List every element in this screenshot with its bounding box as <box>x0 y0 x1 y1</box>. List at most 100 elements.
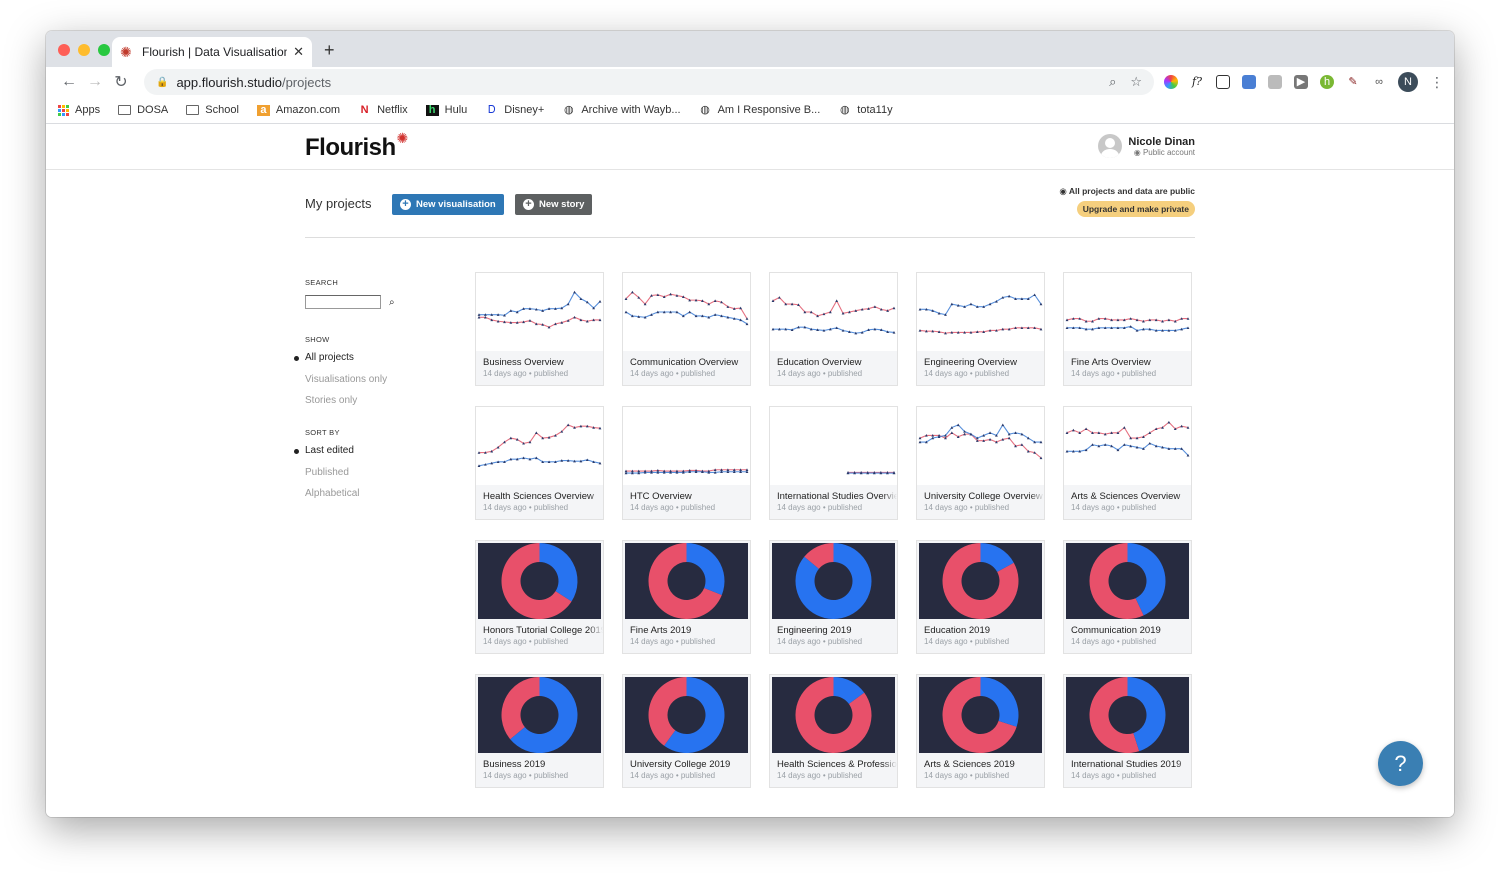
project-card[interactable]: Business 2019 14 days ago • published <box>475 674 604 788</box>
project-card[interactable]: Arts & Sciences 2019 14 days ago • publis… <box>916 674 1045 788</box>
back-button[interactable]: ← <box>56 73 82 91</box>
project-thumbnail[interactable] <box>623 273 750 351</box>
project-thumbnail[interactable] <box>1064 407 1191 485</box>
project-thumbnail[interactable] <box>476 541 603 619</box>
bookmark-apps[interactable]: Apps <box>58 104 100 116</box>
more-menu-icon[interactable]: ⋮ <box>1430 74 1444 91</box>
bookmark-school[interactable]: School <box>186 104 239 116</box>
project-card[interactable]: International Studies 2019 14 days ago • … <box>1063 674 1192 788</box>
user-menu[interactable]: Nicole Dinan ◉ Public account <box>1098 134 1195 158</box>
new-visualisation-button[interactable]: + New visualisation <box>392 194 504 215</box>
close-tab-icon[interactable]: ✕ <box>293 44 304 60</box>
project-thumbnail[interactable] <box>1064 541 1191 619</box>
browser-tab[interactable]: ✺ Flourish | Data Visualisation & Storyt… <box>112 37 312 67</box>
bookmark-netflix[interactable]: N Netflix <box>358 104 408 116</box>
project-meta: 14 days ago • published <box>1071 637 1157 646</box>
reload-button[interactable]: ↻ <box>108 72 134 92</box>
lock-icon: 🔒 <box>156 76 169 88</box>
extension-grey-icon[interactable] <box>1268 75 1282 89</box>
project-thumbnail[interactable] <box>770 407 897 485</box>
sort-last-edited[interactable]: Last edited <box>294 445 445 458</box>
project-thumbnail[interactable] <box>770 273 897 351</box>
project-card[interactable]: Health Sciences & Professions 201914 day… <box>769 674 898 788</box>
bookmark-tota11y[interactable]: ◍ tota11y <box>838 104 893 116</box>
public-notice: ◉ All projects and data are public <box>1059 186 1195 197</box>
project-card[interactable]: Communication Overview 14 days ago • publ… <box>622 272 751 386</box>
help-button[interactable]: ? <box>1378 741 1423 786</box>
bookmark-amazon[interactable]: a Amazon.com <box>256 104 340 116</box>
maximize-window-button[interactable] <box>98 44 110 56</box>
show-visualisations-only[interactable]: Visualisations only <box>305 374 445 387</box>
sort-published[interactable]: Published <box>305 467 445 480</box>
project-card[interactable]: University College 2019 14 days ago • pub… <box>622 674 751 788</box>
donut-chart-thumbnail <box>1066 677 1189 753</box>
project-thumbnail[interactable] <box>770 675 897 753</box>
red-series-point <box>534 431 538 434</box>
project-thumbnail[interactable] <box>770 541 897 619</box>
project-card[interactable]: University College Overview 14 days ago •… <box>916 406 1045 520</box>
zoom-icon[interactable]: ⌕ <box>1109 74 1116 90</box>
show-stories-only[interactable]: Stories only <box>305 395 445 408</box>
project-card[interactable]: Engineering Overview 14 days ago • publis… <box>916 272 1045 386</box>
project-card[interactable]: Honors Tutorial College 2019 14 days ago … <box>475 540 604 654</box>
line-chart-thumbnail <box>918 423 1043 460</box>
minimize-window-button[interactable] <box>78 44 90 56</box>
bookmark-amiresponsive[interactable]: ◍ Am I Responsive B... <box>699 104 820 116</box>
search-input[interactable] <box>305 295 381 309</box>
show-all-projects[interactable]: All projects <box>294 352 445 365</box>
address-bar[interactable]: 🔒 app.flourish.studio/projects ⌕ ☆ <box>144 69 1154 95</box>
project-card[interactable]: Fine Arts 2019 14 days ago • published <box>622 540 751 654</box>
wave-extension-icon[interactable] <box>1242 75 1256 89</box>
project-thumbnail[interactable] <box>917 541 1044 619</box>
flourish-logo[interactable]: Flourish ✺ <box>305 130 408 162</box>
project-card[interactable]: Arts & Sciences Overview 14 days ago • pu… <box>1063 406 1192 520</box>
project-card[interactable]: International Studies Overview 14 days ag… <box>769 406 898 520</box>
donut-chart-thumbnail <box>478 543 601 619</box>
picture-in-picture-icon[interactable] <box>1216 75 1230 89</box>
sort-alphabetical[interactable]: Alphabetical <box>305 488 445 501</box>
project-thumbnail[interactable] <box>476 675 603 753</box>
project-card[interactable]: Engineering 2019 14 days ago • published <box>769 540 898 654</box>
project-thumbnail[interactable] <box>917 675 1044 753</box>
project-thumbnail[interactable] <box>917 407 1044 485</box>
project-card[interactable]: Education Overview 14 days ago • publishe… <box>769 272 898 386</box>
bookmark-star-icon[interactable]: ☆ <box>1130 74 1142 90</box>
eyedropper-extension-icon[interactable]: ✎ <box>1346 75 1360 89</box>
project-card[interactable]: Business Overview 14 days ago • published <box>475 272 604 386</box>
project-thumbnail[interactable] <box>1064 675 1191 753</box>
profile-avatar[interactable]: N <box>1398 72 1418 92</box>
project-thumbnail[interactable] <box>1064 273 1191 351</box>
project-meta: 14 days ago • published <box>483 771 569 780</box>
close-window-button[interactable] <box>58 44 70 56</box>
hunter-extension-icon[interactable]: h <box>1320 75 1334 89</box>
new-story-button[interactable]: + New story <box>515 194 593 215</box>
color-picker-extension-icon[interactable] <box>1164 75 1178 89</box>
bookmark-disney[interactable]: Ꭰ Disney+ <box>485 104 544 116</box>
donut-chart-thumbnail <box>919 543 1042 619</box>
forward-button[interactable]: → <box>82 73 108 91</box>
logo-text: Flourish <box>305 134 396 161</box>
project-card[interactable]: Communication 2019 14 days ago • publishe… <box>1063 540 1192 654</box>
line-chart-thumbnail <box>771 296 896 335</box>
bookmark-hulu[interactable]: h Hulu <box>425 104 467 116</box>
search-icon[interactable]: ⌕ <box>389 297 395 308</box>
project-card[interactable]: HTC Overview 14 days ago • published <box>622 406 751 520</box>
upgrade-button[interactable]: Upgrade and make private <box>1076 201 1195 217</box>
bookmark-wayback[interactable]: ◍ Archive with Wayb... <box>562 104 681 116</box>
new-tab-button[interactable]: + <box>324 40 335 61</box>
project-thumbnail[interactable] <box>623 541 750 619</box>
project-thumbnail[interactable] <box>476 407 603 485</box>
donut-chart-thumbnail <box>772 543 895 619</box>
play-extension-icon[interactable]: ▶ <box>1294 75 1308 89</box>
project-thumbnail[interactable] <box>623 407 750 485</box>
whatfont-extension-icon[interactable]: f? <box>1190 75 1204 89</box>
project-card[interactable]: Fine Arts Overview 14 days ago • publishe… <box>1063 272 1192 386</box>
project-thumbnail[interactable] <box>476 273 603 351</box>
project-card[interactable]: Health Sciences Overview 14 days ago • pu… <box>475 406 604 520</box>
project-thumbnail[interactable] <box>623 675 750 753</box>
glasses-extension-icon[interactable]: ∞ <box>1372 75 1386 89</box>
project-card[interactable]: Education 2019 14 days ago • published <box>916 540 1045 654</box>
red-series-point <box>1084 427 1088 431</box>
project-thumbnail[interactable] <box>917 273 1044 351</box>
bookmark-dosa[interactable]: DOSA <box>118 104 168 116</box>
